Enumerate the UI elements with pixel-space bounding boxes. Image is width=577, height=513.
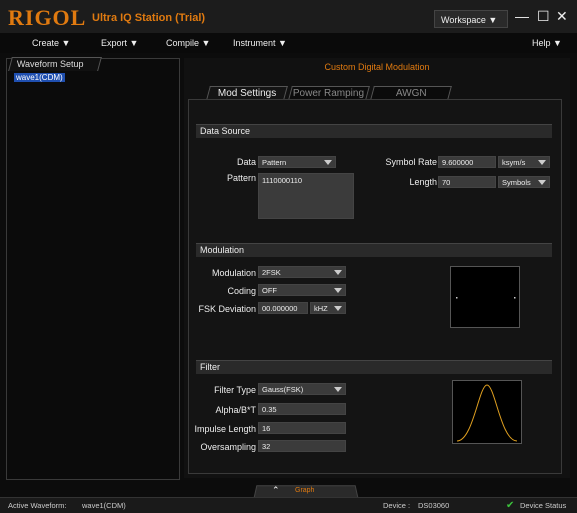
section-title: Data Source bbox=[200, 126, 251, 136]
fsk-deviation-label: FSK Deviation bbox=[198, 304, 256, 314]
constellation-point bbox=[514, 297, 516, 299]
active-waveform-label: Active Waveform: bbox=[8, 501, 67, 510]
section-modulation: Modulation bbox=[196, 243, 552, 257]
alpha-label: Alpha/B*T bbox=[215, 405, 256, 415]
filter-response-preview bbox=[452, 380, 522, 444]
data-label: Data bbox=[236, 157, 256, 167]
menu-compile[interactable]: Compile ▼ bbox=[166, 38, 210, 48]
symbol-rate-input[interactable]: 9.600000 bbox=[438, 156, 496, 168]
data-select[interactable]: Pattern bbox=[258, 156, 336, 168]
symbol-rate-label: Symbol Rate bbox=[385, 157, 437, 167]
app-title: Ultra IQ Station (Trial) bbox=[92, 12, 206, 24]
oversampling-input[interactable]: 32 bbox=[258, 440, 346, 452]
close-icon[interactable]: ✕ bbox=[556, 8, 568, 25]
length-label: Length bbox=[409, 177, 437, 187]
coding-label: Coding bbox=[227, 286, 256, 296]
section-data-source: Data Source bbox=[196, 124, 552, 138]
modulation-select[interactable]: 2FSK bbox=[258, 266, 346, 278]
waveform-setup-panel bbox=[6, 58, 180, 480]
tab-mod-settings[interactable]: Mod Settings bbox=[206, 86, 288, 100]
modulation-label: Modulation bbox=[211, 268, 256, 278]
waveform-list-item[interactable]: wave1(CDM) bbox=[14, 73, 65, 82]
menu-bar: Create ▼ Export ▼ Compile ▼ Instrument ▼… bbox=[0, 33, 577, 53]
minimize-icon[interactable]: — bbox=[515, 8, 529, 24]
menu-export[interactable]: Export ▼ bbox=[101, 38, 138, 48]
symbol-rate-unit-select[interactable]: ksym/s bbox=[498, 156, 550, 168]
impulse-length-input[interactable]: 16 bbox=[258, 422, 346, 434]
constellation-point bbox=[456, 297, 458, 299]
maximize-icon[interactable]: ☐ bbox=[537, 8, 550, 25]
active-waveform-value: wave1(CDM) bbox=[82, 501, 126, 510]
workspace-dropdown[interactable]: Workspace ▼ bbox=[434, 10, 508, 28]
menu-instrument[interactable]: Instrument ▼ bbox=[233, 38, 287, 48]
checkmark-icon: ✔ bbox=[506, 500, 515, 511]
section-title: Modulation bbox=[200, 245, 245, 255]
length-unit-select[interactable]: Symbols bbox=[498, 176, 550, 188]
rigol-logo: RIGOL bbox=[8, 5, 87, 30]
chevron-up-icon[interactable]: ⌃ bbox=[272, 485, 280, 496]
graph-tab-label[interactable]: Graph bbox=[295, 487, 314, 494]
tab-waveform-setup[interactable]: Waveform Setup bbox=[8, 57, 102, 71]
impulse-length-label: Impulse Length bbox=[194, 424, 256, 434]
pattern-label: Pattern bbox=[226, 173, 256, 183]
alpha-input[interactable]: 0.35 bbox=[258, 403, 346, 415]
fsk-deviation-unit-select[interactable]: kHZ bbox=[310, 302, 346, 314]
pattern-textarea[interactable]: 1110000110 bbox=[258, 173, 354, 219]
panel-title: Custom Digital Modulation bbox=[324, 62, 430, 72]
length-input[interactable]: 70 bbox=[438, 176, 496, 188]
filter-type-select[interactable]: Gauss(FSK) bbox=[258, 383, 346, 395]
section-title: Filter bbox=[200, 362, 220, 372]
tab-awgn[interactable]: AWGN bbox=[370, 86, 452, 100]
coding-select[interactable]: OFF bbox=[258, 284, 346, 296]
device-status-button[interactable]: Device Status bbox=[520, 501, 566, 510]
oversampling-label: Oversampling bbox=[200, 442, 256, 452]
gaussian-curve bbox=[456, 384, 518, 442]
menu-help[interactable]: Help ▼ bbox=[532, 38, 562, 48]
tab-power-ramping[interactable]: Power Ramping bbox=[288, 86, 370, 100]
title-bar: RIGOL Ultra IQ Station (Trial) Workspace… bbox=[0, 0, 577, 34]
fsk-deviation-input[interactable]: 00.000000 bbox=[258, 302, 308, 314]
menu-create[interactable]: Create ▼ bbox=[32, 38, 70, 48]
filter-type-label: Filter Type bbox=[214, 385, 256, 395]
device-label: Device : bbox=[383, 501, 411, 510]
constellation-preview bbox=[450, 266, 520, 328]
section-filter: Filter bbox=[196, 360, 552, 374]
device-value: DS03060 bbox=[418, 501, 450, 510]
status-bar: Active Waveform: wave1(CDM) Device : DS0… bbox=[0, 497, 577, 513]
